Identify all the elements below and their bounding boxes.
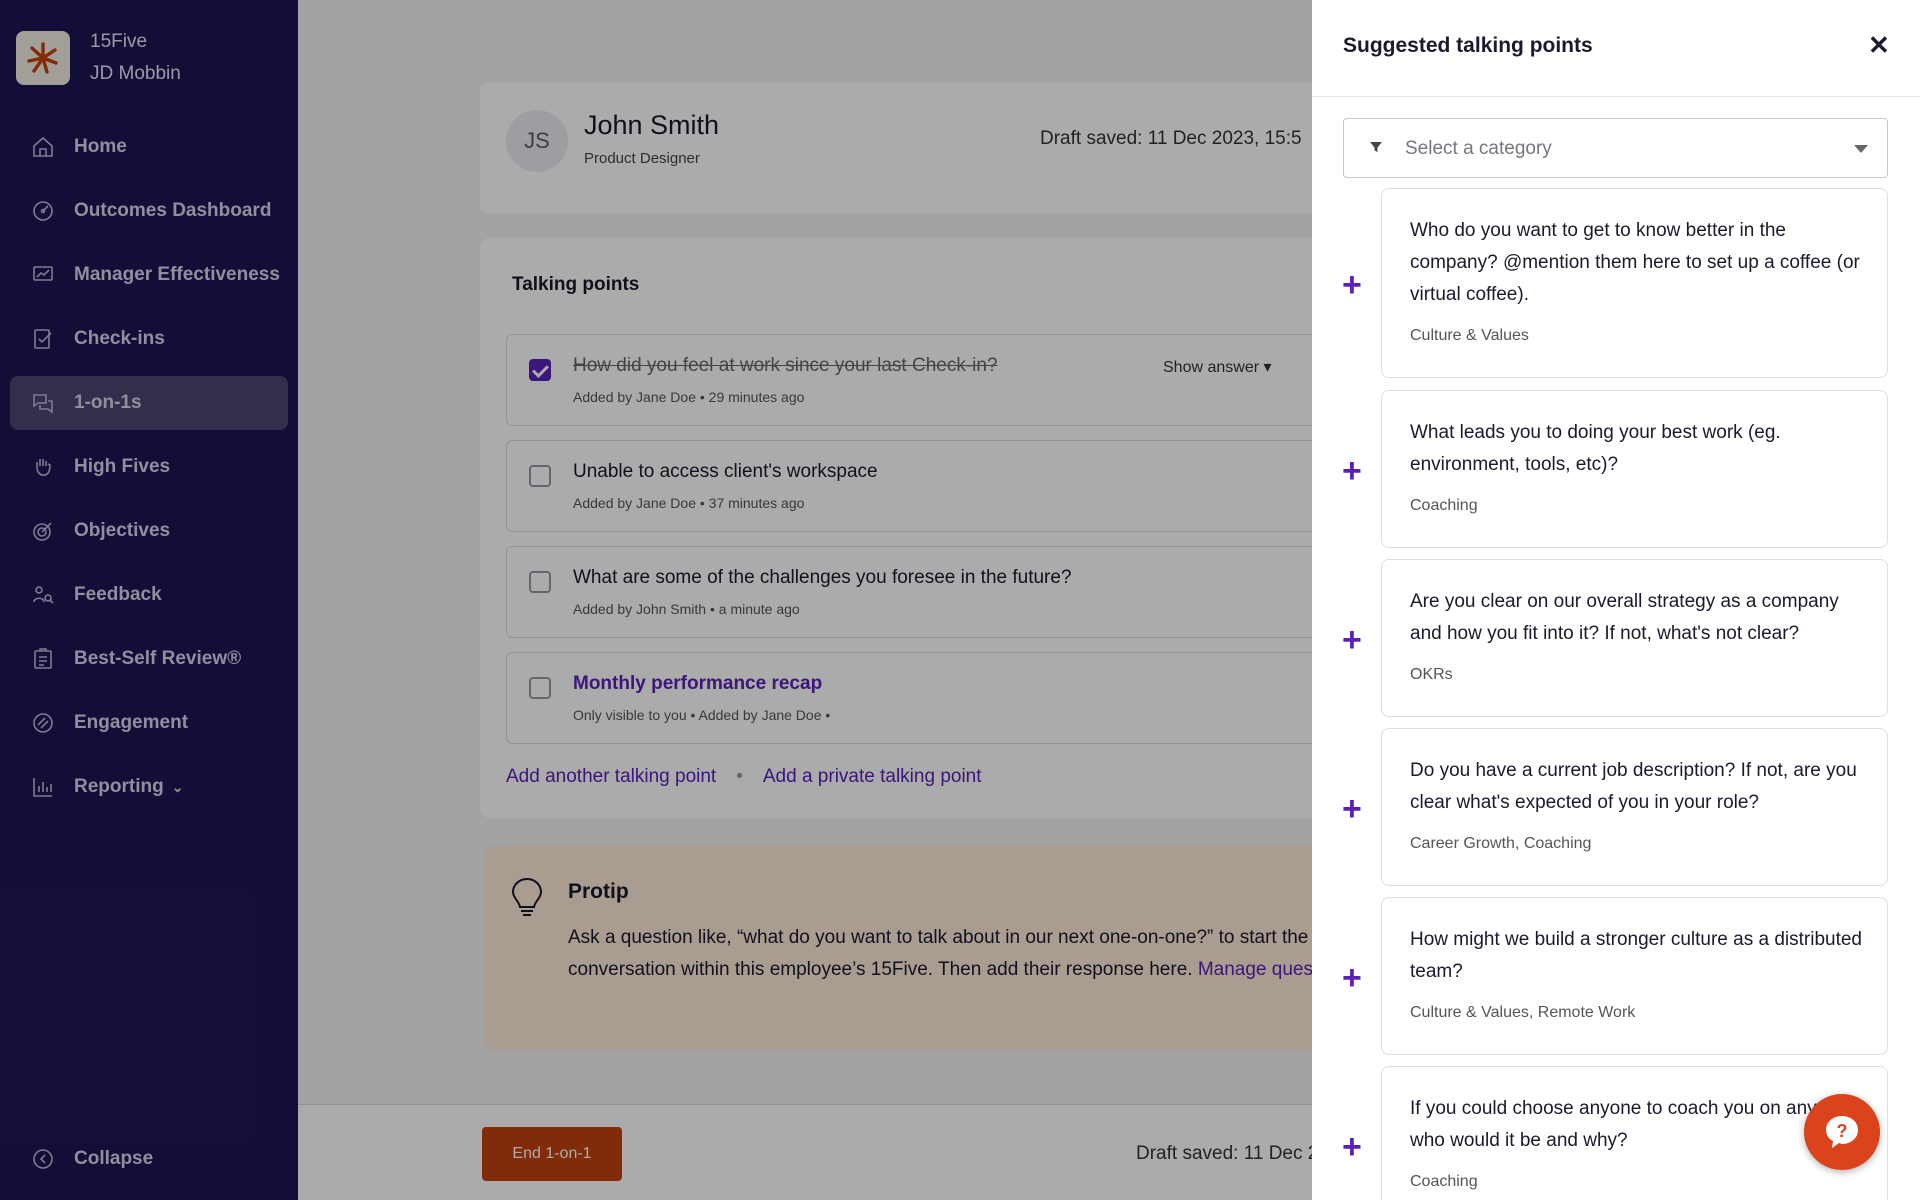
add-suggestion-plus-icon[interactable]: + [1342,961,1362,995]
panel-title: Suggested talking points [1343,34,1593,57]
suggestion-card: Do you have a current job description? I… [1381,728,1888,886]
add-suggestion-plus-icon[interactable]: + [1342,268,1362,302]
suggested-talking-points-panel: Suggested talking points ✕ Select a cate… [1312,0,1920,1200]
suggestion-question: What leads you to doing your best work (… [1410,422,1781,475]
help-chat-button[interactable]: ? [1804,1094,1880,1170]
category-select[interactable]: Select a category [1343,118,1888,178]
suggestion-question: Who do you want to get to know better in… [1410,220,1860,305]
suggestion-category: OKRs [1410,666,1453,683]
svg-text:?: ? [1837,1121,1848,1141]
suggestion-category: Coaching [1410,1173,1478,1190]
suggestion-question: If you could choose anyone to coach you … [1410,1098,1868,1151]
modal-overlay[interactable] [0,0,1312,1200]
suggestion-card: Are you clear on our overall strategy as… [1381,559,1888,717]
suggestion-question: Are you clear on our overall strategy as… [1410,591,1839,644]
suggestion-category: Culture & Values [1410,327,1529,344]
category-select-placeholder: Select a category [1405,138,1552,159]
panel-header: Suggested talking points ✕ [1312,0,1920,97]
help-icon: ? [1826,1116,1858,1148]
suggestion-card: Who do you want to get to know better in… [1381,188,1888,378]
suggestion-card: What leads you to doing your best work (… [1381,390,1888,548]
suggestion-question: How might we build a stronger culture as… [1410,929,1863,982]
suggestion-category: Culture & Values, Remote Work [1410,1004,1636,1021]
add-suggestion-plus-icon[interactable]: + [1342,1130,1362,1164]
add-suggestion-plus-icon[interactable]: + [1342,454,1362,488]
suggestion-category: Coaching [1410,497,1478,514]
suggestion-category: Career Growth, Coaching [1410,835,1592,852]
add-suggestion-plus-icon[interactable]: + [1342,792,1362,826]
add-suggestion-plus-icon[interactable]: + [1342,623,1362,657]
filter-icon [1368,139,1384,160]
caret-down-icon [1854,145,1868,153]
suggestion-question: Do you have a current job description? I… [1410,760,1857,813]
close-icon[interactable]: ✕ [1868,30,1890,61]
suggestion-card: How might we build a stronger culture as… [1381,897,1888,1055]
